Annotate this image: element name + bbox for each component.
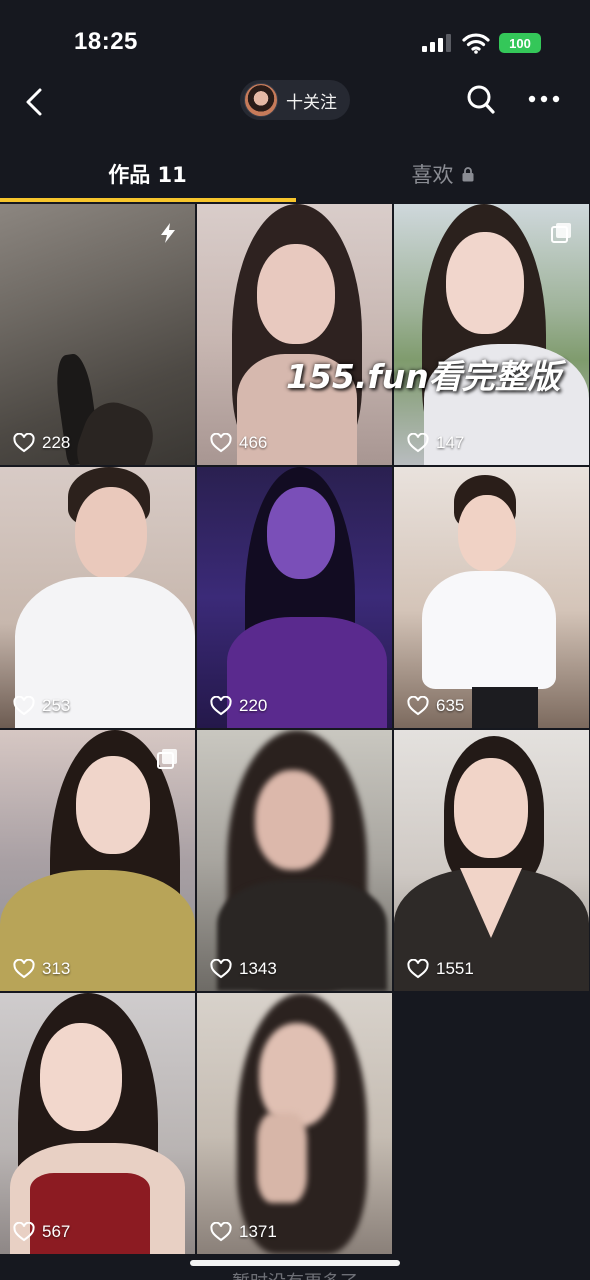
- video-tile[interactable]: 147: [394, 204, 589, 465]
- search-icon[interactable]: [466, 84, 496, 116]
- thumbnail-figure: [472, 687, 538, 728]
- tab-likes-label: 喜欢: [411, 163, 454, 187]
- back-icon[interactable]: [22, 84, 48, 120]
- thumbnail-figure: [454, 758, 528, 858]
- video-tile[interactable]: 313: [0, 730, 195, 991]
- video-tile[interactable]: 228: [0, 204, 195, 465]
- thumbnail-figure: [422, 571, 556, 689]
- tab-works-label: 作品 11: [108, 163, 187, 187]
- video-tile[interactable]: 1343: [197, 730, 392, 991]
- thumbnail-figure: [257, 244, 335, 344]
- like-count-value: 253: [42, 696, 71, 715]
- video-tile[interactable]: 220: [197, 467, 392, 728]
- like-count-value: 635: [436, 696, 465, 715]
- watermark-text: 155.fun看完整版: [286, 357, 561, 396]
- like-count: 228: [13, 433, 70, 453]
- like-count-value: 228: [42, 433, 71, 452]
- like-count: 1371: [210, 1222, 277, 1242]
- thumbnail-figure: [257, 1113, 307, 1203]
- thumbnail-figure: [267, 487, 335, 579]
- battery-icon: 100: [499, 33, 541, 53]
- like-count-value: 313: [42, 959, 71, 978]
- like-count: 1343: [210, 959, 277, 979]
- like-count: 220: [210, 696, 267, 716]
- multi-image-icon: [157, 749, 177, 769]
- like-count-value: 147: [436, 433, 465, 452]
- lightning-icon: [161, 223, 175, 243]
- video-tile[interactable]: 635: [394, 467, 589, 728]
- heart-icon: [13, 433, 35, 453]
- heart-icon: [210, 959, 232, 979]
- heart-icon: [407, 433, 429, 453]
- follow-label: 十关注: [286, 92, 337, 113]
- heart-icon: [407, 959, 429, 979]
- active-tab-indicator: [0, 198, 296, 202]
- wifi-icon: [462, 33, 490, 54]
- video-tile[interactable]: 466: [197, 204, 392, 465]
- like-count: 313: [13, 959, 70, 979]
- heart-icon: [210, 433, 232, 453]
- like-count-value: 1551: [436, 959, 474, 978]
- thumbnail-figure: [40, 1023, 122, 1131]
- thumbnail-figure: [458, 495, 516, 571]
- cellular-signal-icon: [422, 34, 451, 52]
- video-tile[interactable]: 567: [0, 993, 195, 1254]
- video-tile[interactable]: 1371: [197, 993, 392, 1254]
- follow-button[interactable]: 十关注: [240, 80, 350, 120]
- like-count: 147: [407, 433, 464, 453]
- avatar: [244, 83, 278, 117]
- status-bar: 18:25 100: [0, 0, 590, 80]
- lock-icon: [462, 166, 473, 181]
- heart-icon: [13, 696, 35, 716]
- like-count-value: 1343: [239, 959, 277, 978]
- thumbnail-figure: [446, 232, 524, 334]
- like-count: 253: [13, 696, 70, 716]
- end-of-list-text: 暂时没有更多了: [0, 1268, 590, 1280]
- profile-header: 十关注: [0, 76, 590, 128]
- battery-level: 100: [509, 35, 531, 51]
- thumbnail-figure: [76, 756, 150, 854]
- like-count: 567: [13, 1222, 70, 1242]
- video-tile[interactable]: 253: [0, 467, 195, 728]
- like-count-value: 220: [239, 696, 268, 715]
- heart-icon: [13, 1222, 35, 1242]
- heart-icon: [210, 696, 232, 716]
- status-time: 18:25: [74, 28, 138, 55]
- heart-icon: [210, 1222, 232, 1242]
- like-count-value: 466: [239, 433, 268, 452]
- tab-likes[interactable]: 喜欢: [295, 150, 590, 198]
- multi-image-icon: [551, 223, 571, 243]
- thumbnail-figure: [75, 487, 147, 579]
- like-count: 635: [407, 696, 464, 716]
- thumbnail-figure: [255, 770, 331, 870]
- heart-icon: [13, 959, 35, 979]
- like-count-value: 1371: [239, 1222, 277, 1241]
- more-icon[interactable]: [528, 94, 560, 104]
- tab-bar: 作品 11 喜欢: [0, 150, 590, 204]
- thumbnail-figure: [259, 1023, 335, 1127]
- heart-icon: [407, 696, 429, 716]
- home-indicator[interactable]: [190, 1260, 400, 1266]
- like-count: 466: [210, 433, 267, 453]
- like-count: 1551: [407, 959, 474, 979]
- tab-works[interactable]: 作品 11: [0, 150, 295, 198]
- like-count-value: 567: [42, 1222, 71, 1241]
- video-tile[interactable]: 1551: [394, 730, 589, 991]
